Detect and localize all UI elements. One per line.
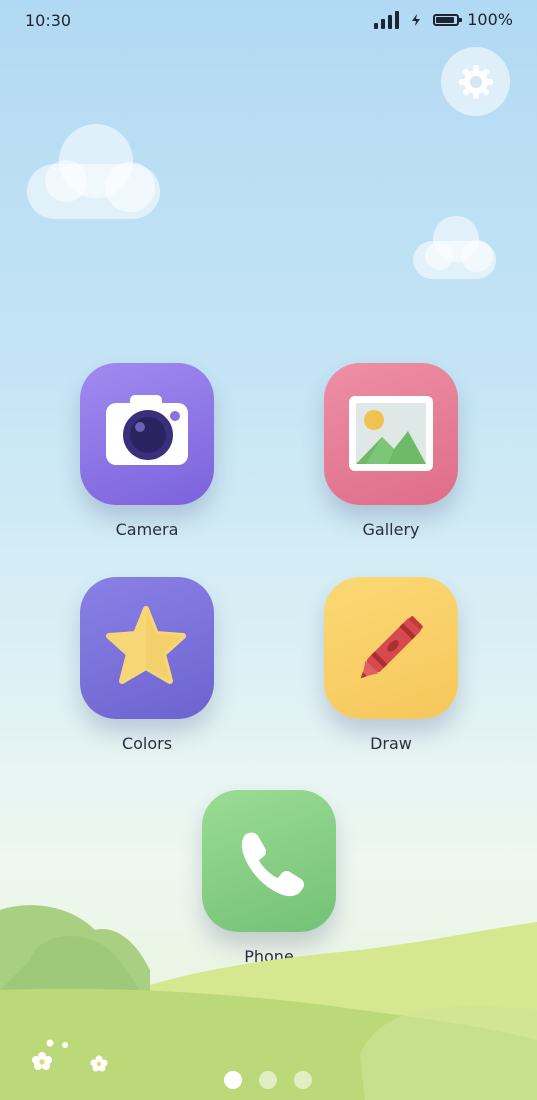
charging-icon: [412, 13, 421, 26]
settings-button[interactable]: [441, 47, 510, 116]
camera-icon: [106, 395, 188, 465]
star-icon: [106, 606, 186, 684]
colors-app-icon[interactable]: [80, 577, 214, 719]
app-label: Camera: [115, 520, 179, 539]
status-bar: 10:30 100%: [0, 0, 537, 40]
image-icon: [349, 396, 433, 471]
app-camera[interactable]: Camera: [80, 363, 214, 539]
app-draw[interactable]: Draw: [324, 577, 458, 753]
page-indicator[interactable]: [224, 1071, 312, 1089]
gear-icon: [458, 64, 493, 99]
cloud-decoration: [27, 122, 162, 222]
app-colors[interactable]: Colors: [80, 577, 214, 753]
crayon-icon: [360, 616, 423, 679]
camera-app-icon[interactable]: [80, 363, 214, 505]
signal-icon: [374, 10, 400, 29]
draw-app-icon[interactable]: [324, 577, 458, 719]
status-time: 10:30: [25, 11, 72, 30]
app-label: Draw: [370, 734, 412, 753]
cloud-decoration: [413, 214, 498, 280]
battery-icon: [433, 13, 463, 26]
status-indicators: 100%: [374, 10, 513, 29]
gallery-app-icon[interactable]: [324, 363, 458, 505]
flowers-decoration: [32, 1039, 108, 1072]
page-dot[interactable]: [224, 1071, 242, 1089]
battery-percent: 100%: [467, 10, 513, 29]
page-dot[interactable]: [259, 1071, 277, 1089]
page-dot[interactable]: [294, 1071, 312, 1089]
app-label: Colors: [121, 734, 173, 753]
home-screen: 10:30 100% Camera Gallery Colors Draw Ph…: [0, 0, 537, 1100]
battery-level: [436, 16, 455, 23]
app-gallery[interactable]: Gallery: [324, 363, 458, 539]
app-label: Gallery: [362, 520, 420, 539]
